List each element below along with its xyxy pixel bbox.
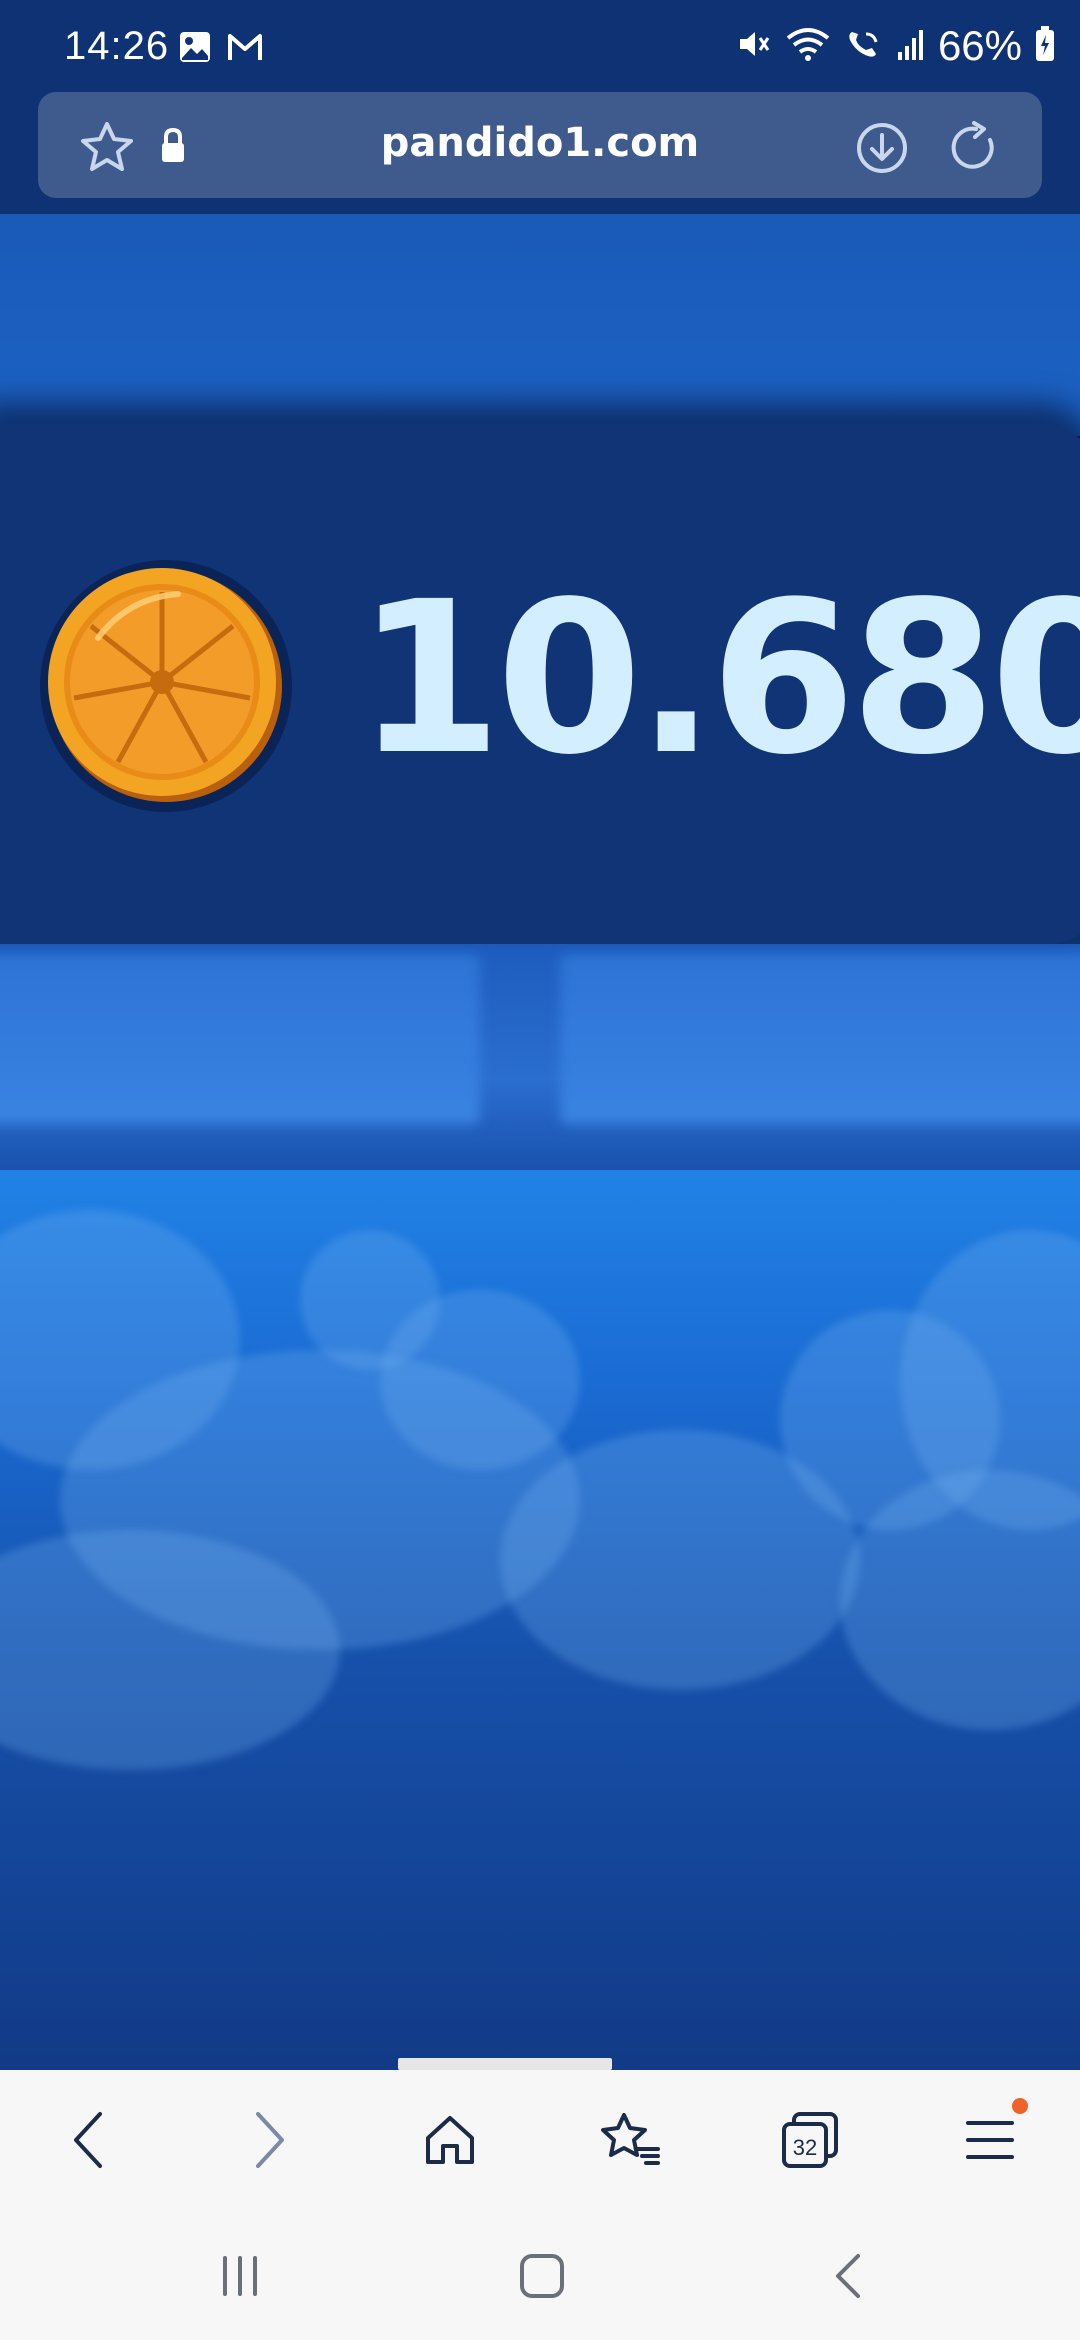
background-tiles bbox=[0, 944, 1080, 1170]
wifi-icon bbox=[784, 26, 832, 66]
gmail-icon bbox=[226, 30, 264, 68]
home-icon[interactable] bbox=[418, 2108, 482, 2172]
system-back-icon[interactable] bbox=[818, 2246, 878, 2306]
home-button-icon[interactable] bbox=[512, 2246, 572, 2306]
notification-dot bbox=[1012, 2098, 1028, 2114]
tab-count: 32 bbox=[793, 2135, 817, 2160]
status-bar: 14:26 66% bbox=[0, 0, 1080, 92]
battery-percent: 66% bbox=[937, 22, 1022, 69]
orange-coin-icon bbox=[38, 558, 294, 814]
download-icon[interactable] bbox=[854, 120, 910, 180]
forward-icon[interactable] bbox=[238, 2108, 302, 2172]
signal-icon bbox=[896, 26, 926, 66]
back-icon[interactable] bbox=[56, 2108, 120, 2172]
battery-icon bbox=[1034, 25, 1056, 67]
browser-toolbar: pandido1.com bbox=[0, 88, 1080, 214]
scroll-indicator bbox=[398, 2058, 612, 2070]
image-icon bbox=[178, 30, 212, 68]
bookmarks-icon[interactable] bbox=[598, 2108, 662, 2172]
status-system-icons: 66% bbox=[736, 22, 1056, 70]
address-bar[interactable]: pandido1.com bbox=[38, 92, 1042, 198]
menu-icon[interactable] bbox=[958, 2098, 1028, 2172]
browser-bottom-nav: 32 bbox=[0, 2070, 1080, 2210]
recent-apps-icon[interactable] bbox=[210, 2246, 270, 2306]
refresh-icon[interactable] bbox=[946, 120, 1002, 180]
status-notification-icons bbox=[178, 30, 264, 68]
system-navigation-bar bbox=[0, 2210, 1080, 2340]
background-clouds bbox=[0, 1170, 1080, 2070]
status-time: 14:26 bbox=[64, 24, 170, 68]
coin-balance: 10.680 bbox=[356, 556, 1080, 801]
mute-icon bbox=[736, 26, 772, 66]
background-top bbox=[0, 214, 1080, 436]
tabs-icon[interactable]: 32 bbox=[778, 2108, 842, 2172]
wifi-calling-icon bbox=[844, 26, 884, 66]
web-page-content: 10.680 bbox=[0, 214, 1080, 2070]
